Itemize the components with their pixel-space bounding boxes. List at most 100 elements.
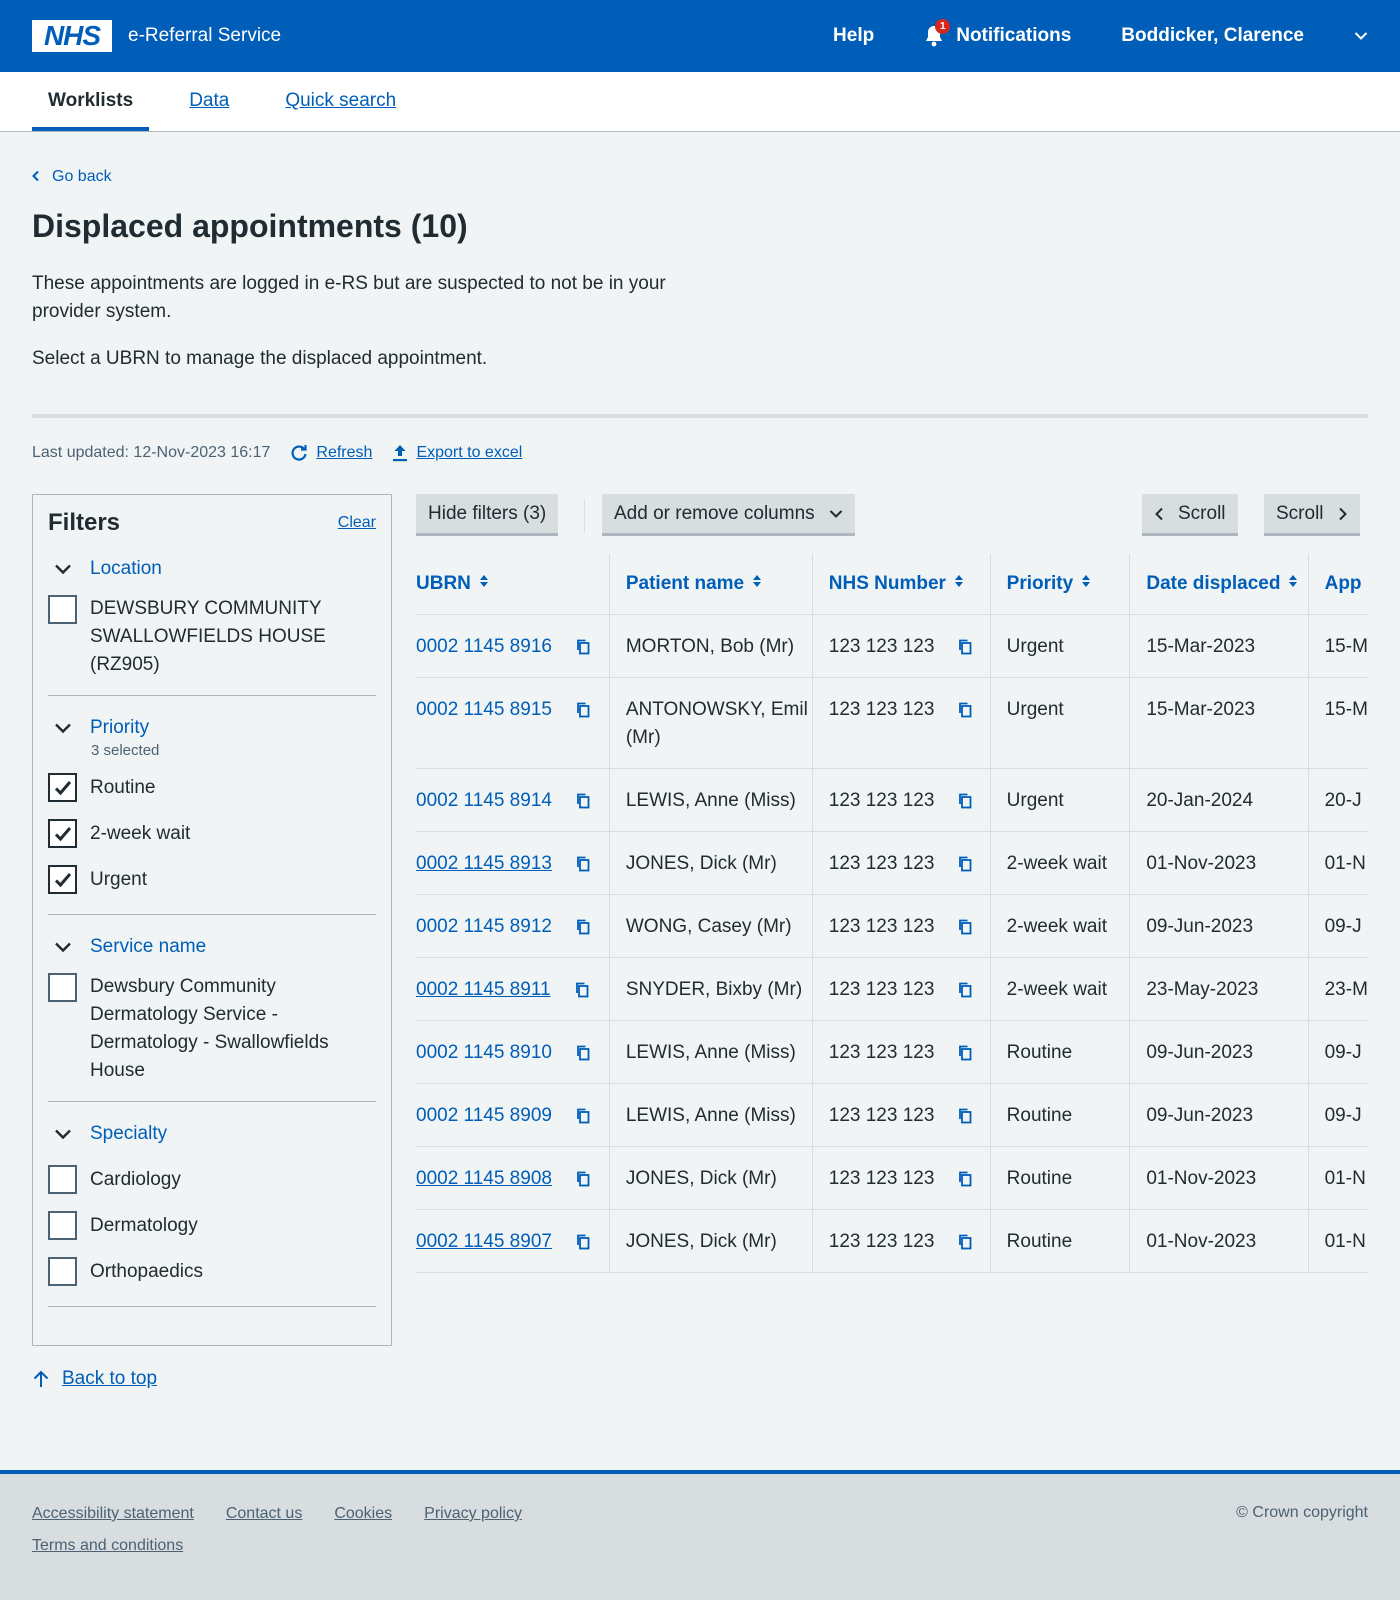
tab-worklists[interactable]: Worklists [32,71,150,131]
checkbox[interactable] [48,1165,77,1194]
copy-icon[interactable] [958,702,972,718]
filter-section-service-name: Service name Dewsbury Community Dermatol… [48,929,376,1102]
footer-link-cookies[interactable]: Cookies [334,1504,392,1524]
go-back-link[interactable]: Go back [32,168,112,186]
nhs-number: 123 123 123 [828,978,935,1000]
refresh-link[interactable]: Refresh [290,444,372,462]
help-link[interactable]: Help [833,25,874,47]
checkbox-label: Dewsbury Community Dermatology Service -… [90,976,329,1081]
checkbox-label: Dermatology [90,1214,198,1236]
filter-option-service[interactable]: Dewsbury Community Dermatology Service -… [48,973,376,1085]
filter-location-toggle[interactable]: Location [48,551,376,587]
checkbox-checked[interactable] [48,865,77,894]
page-instruction: Select a UBRN to manage the displaced ap… [32,348,488,369]
filter-option-location[interactable]: DEWSBURY COMMUNITY SWALLOWFIELDS HOUSE (… [48,595,376,679]
copy-icon[interactable] [576,1045,590,1061]
checkbox-label: DEWSBURY COMMUNITY SWALLOWFIELDS HOUSE (… [90,598,326,675]
copy-icon[interactable] [576,1108,590,1124]
chevron-down-icon[interactable] [1354,25,1368,47]
table-row: 0002 1145 8914 LEWIS, Anne (Miss) 123 123 … [416,768,1368,832]
ubrn-link[interactable]: 0002 1145 8909 [416,1102,552,1130]
hide-filters-button[interactable]: Hide filters (3) [416,494,559,536]
tab-data[interactable]: Data [173,71,245,131]
filter-option-orthopaedics[interactable]: Orthopaedics [48,1253,376,1290]
filter-specialty-toggle[interactable]: Specialty [48,1116,376,1152]
cell-appointment: 23-M [1307,957,1368,1021]
copy-icon[interactable] [576,1234,590,1250]
copy-icon[interactable] [958,982,972,998]
ubrn-link[interactable]: 0002 1145 8912 [416,913,552,941]
bell-icon: 1 [924,19,951,47]
copy-icon[interactable] [576,919,590,935]
ubrn-link[interactable]: 0002 1145 8913 [416,850,552,878]
filter-option-dermatology[interactable]: Dermatology [48,1207,376,1244]
copy-icon[interactable] [576,702,590,718]
ubrn-link[interactable]: 0002 1145 8914 [416,787,552,815]
column-header-date-displaced[interactable]: Date displaced [1129,554,1309,615]
nhs-logo[interactable]: NHS e-Referral Service [32,20,281,52]
ubrn-link[interactable]: 0002 1145 8915 [416,696,552,724]
copy-icon[interactable] [958,793,972,809]
scroll-right-button[interactable]: Scroll [1264,494,1360,536]
ubrn-link[interactable]: 0002 1145 8911 [416,976,551,1004]
add-remove-columns-button[interactable]: Add or remove columns [602,494,855,536]
filter-option-routine[interactable]: Routine [48,769,376,806]
copy-icon[interactable] [958,1234,972,1250]
copy-icon[interactable] [576,1171,590,1187]
columns-label: Add or remove columns [614,502,815,524]
cell-priority: Urgent [989,614,1130,678]
cell-priority: Routine [989,1020,1130,1084]
ubrn-link[interactable]: 0002 1145 8908 [416,1165,552,1193]
checkbox-checked[interactable] [48,819,77,848]
nhs-number: 123 123 123 [828,1230,935,1252]
column-header-nhs-number[interactable]: NHS Number [811,554,991,615]
cell-priority: 2-week wait [989,894,1130,958]
footer-link-privacy[interactable]: Privacy policy [424,1504,522,1524]
table-row: 0002 1145 8910 LEWIS, Anne (Miss) 123 123 … [416,1020,1368,1084]
copy-icon[interactable] [958,1108,972,1124]
filter-priority-toggle[interactable]: Priority [48,710,376,746]
back-to-top-link[interactable]: Back to top [32,1368,157,1390]
copy-icon[interactable] [575,982,589,998]
scroll-left-button[interactable]: Scroll [1142,494,1238,536]
cell-priority: Routine [989,1083,1130,1147]
footer-link-terms[interactable]: Terms and conditions [32,1536,183,1556]
copy-icon[interactable] [958,856,972,872]
checkbox[interactable] [48,973,77,1002]
clear-filters-link[interactable]: Clear [338,514,376,532]
checkbox[interactable] [48,595,77,624]
copy-icon[interactable] [958,639,972,655]
notifications-link[interactable]: 1 Notifications [924,19,1071,47]
ubrn-link[interactable]: 0002 1145 8916 [416,633,552,661]
copy-icon[interactable] [576,639,590,655]
copy-icon[interactable] [958,1045,972,1061]
ubrn-link[interactable]: 0002 1145 8910 [416,1039,552,1067]
footer-link-contact[interactable]: Contact us [226,1504,302,1524]
export-to-excel-link[interactable]: Export to excel [392,444,522,462]
column-header-ubrn[interactable]: UBRN [416,554,610,615]
sort-icon [752,573,762,595]
checkbox[interactable] [48,1257,77,1286]
checkbox[interactable] [48,1211,77,1240]
user-name[interactable]: Boddicker, Clarence [1121,25,1304,47]
nhs-number: 123 123 123 [828,1167,935,1189]
cell-priority: Routine [989,1209,1130,1273]
filter-option-urgent[interactable]: Urgent [48,861,376,898]
copy-icon[interactable] [958,919,972,935]
tab-quick-search[interactable]: Quick search [269,71,412,131]
appointments-table-scroll[interactable]: UBRN Patient name NHS Number Priority Da… [416,554,1368,1273]
column-header-priority[interactable]: Priority [989,554,1130,615]
filter-option-cardiology[interactable]: Cardiology [48,1161,376,1198]
filter-service-name-toggle[interactable]: Service name [48,929,376,965]
copy-icon[interactable] [576,793,590,809]
copy-icon[interactable] [958,1171,972,1187]
column-header-patient-name[interactable]: Patient name [608,554,813,615]
filter-option-2-week-wait[interactable]: 2-week wait [48,815,376,852]
copy-icon[interactable] [576,856,590,872]
ubrn-link[interactable]: 0002 1145 8907 [416,1228,552,1256]
checkbox-checked[interactable] [48,773,77,802]
footer-link-accessibility[interactable]: Accessibility statement [32,1504,194,1524]
column-header-appointment[interactable]: App [1307,554,1368,615]
table-header-row: UBRN Patient name NHS Number Priority Da… [416,554,1368,615]
cell-nhs-number: 123 123 123 [811,614,991,678]
